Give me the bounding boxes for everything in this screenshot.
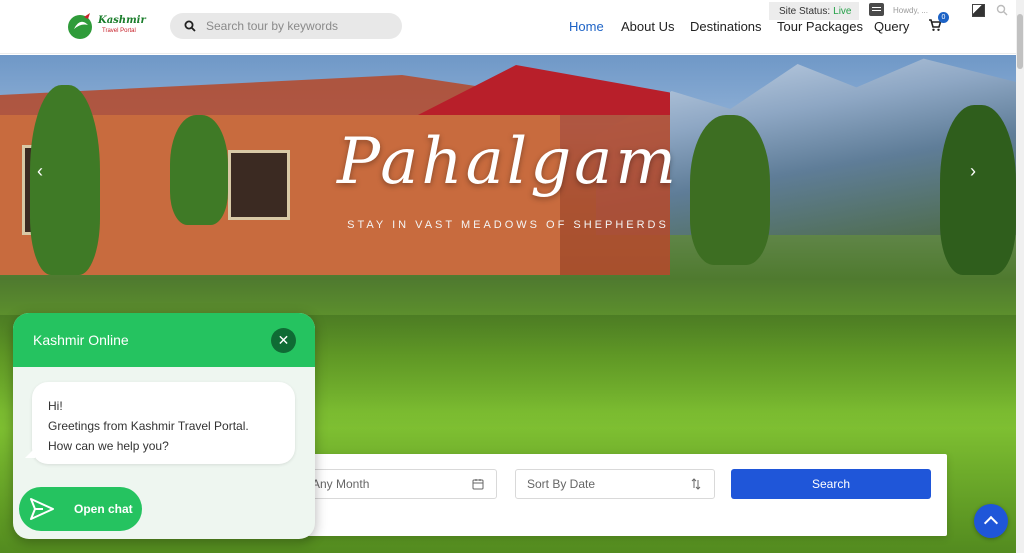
nav-home[interactable]: Home — [569, 19, 604, 34]
open-chat-label: Open chat — [74, 502, 133, 516]
nav-about-us[interactable]: About Us — [621, 19, 674, 34]
month-select[interactable]: Any Month — [300, 469, 497, 499]
sort-arrows-icon — [691, 478, 701, 490]
logo-title: Kashmir — [98, 15, 146, 26]
avatar[interactable] — [972, 4, 985, 17]
search-input[interactable] — [206, 19, 386, 33]
site-status-value: Live — [833, 5, 852, 17]
month-select-value: Any Month — [312, 477, 370, 491]
search-icon — [184, 20, 196, 32]
scrollbar[interactable] — [1016, 0, 1024, 553]
site-status[interactable]: Site Status: Live — [769, 2, 859, 20]
send-icon — [30, 498, 54, 520]
chevron-right-icon[interactable]: › — [965, 161, 981, 181]
open-chat-button[interactable]: Open chat — [19, 487, 142, 531]
chat-title: Kashmir Online — [33, 332, 129, 348]
chat-header: Kashmir Online — [13, 313, 315, 367]
chat-message-line: How can we help you? — [48, 439, 169, 453]
scrollbar-thumb[interactable] — [1017, 14, 1023, 69]
sort-select-value: Sort By Date — [527, 477, 596, 491]
tour-search-panel: Any Month Sort By Date Search — [300, 454, 947, 536]
chat-message-line: Hi! — [48, 399, 63, 413]
hero-subtitle: STAY IN VAST MEADOWS OF SHEPHERDS — [347, 219, 669, 231]
scroll-to-top-button[interactable] — [974, 504, 1008, 538]
logo-leaf-icon — [68, 13, 92, 39]
close-icon[interactable]: ✕ — [271, 328, 296, 353]
chevron-left-icon[interactable]: ‹ — [32, 161, 48, 181]
admin-greeting[interactable]: Howdy, ... — [893, 6, 928, 15]
nav-destinations[interactable]: Destinations — [690, 19, 762, 34]
chat-message-line: Greetings from Kashmir Travel Portal. — [48, 419, 249, 433]
admin-search-icon[interactable] — [996, 4, 1008, 16]
sort-select[interactable]: Sort By Date — [515, 469, 715, 499]
calendar-icon — [472, 479, 484, 490]
site-status-label: Site Status: — [779, 5, 831, 17]
comments-icon[interactable] — [869, 3, 884, 16]
nav-tour-packages[interactable]: Tour Packages — [777, 19, 863, 34]
hero-title: Pahalgam — [337, 125, 679, 199]
chat-widget: Kashmir Online ✕ Hi! Greetings from Kash… — [13, 313, 315, 539]
chat-message-bubble: Hi! Greetings from Kashmir Travel Portal… — [25, 382, 295, 464]
nav-query[interactable]: Query — [874, 19, 909, 34]
logo-subtitle: Travel Portal — [102, 28, 136, 34]
header-search[interactable] — [170, 13, 402, 39]
site-logo[interactable]: Kashmir Travel Portal — [66, 8, 146, 44]
search-button[interactable]: Search — [731, 469, 931, 499]
site-header: Kashmir Travel Portal Site Status: Live … — [0, 0, 1016, 54]
cart-count-badge: 0 — [938, 12, 949, 23]
